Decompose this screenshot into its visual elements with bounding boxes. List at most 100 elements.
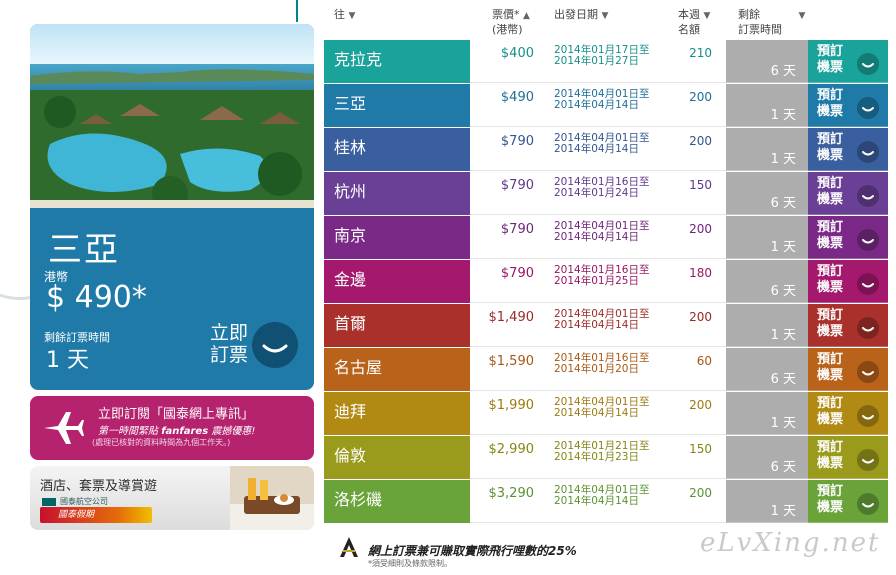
column-header-destination[interactable]: 往 ▼ bbox=[334, 8, 355, 23]
sort-down-icon: ▼ bbox=[703, 11, 711, 21]
fare-row[interactable]: 名古屋 $1,590 2014年01月16日至 2014年01月20日 60 6 天預訂機… bbox=[324, 348, 888, 391]
remaining-time: 1 天 bbox=[726, 304, 808, 347]
featured-city: 三亞 bbox=[48, 230, 120, 270]
smile-icon[interactable] bbox=[252, 322, 298, 368]
remaining-time: 1 天 bbox=[726, 392, 808, 435]
fare-row[interactable]: 杭州 $790 2014年01月16日至 2014年01月24日 150 6 天預訂 機票 bbox=[324, 172, 888, 215]
column-header-remaining[interactable]: 剩餘 ▼ 訂票時間 bbox=[738, 8, 805, 37]
fare-row[interactable]: 三亞 $490 2014年04月01日至 2014年04月14日 200 1 天預訂 機票 bbox=[324, 84, 888, 127]
sort-down-icon: ▼ bbox=[348, 11, 356, 21]
column-header-depart[interactable]: 出發日期 ▼ bbox=[554, 8, 608, 23]
smile-icon[interactable] bbox=[857, 141, 879, 163]
book-ticket-label: 預訂 機票 bbox=[817, 88, 844, 119]
book-ticket-button[interactable]: 預訂 機票 bbox=[808, 260, 888, 303]
smile-icon[interactable] bbox=[857, 229, 879, 251]
destination-cell[interactable]: 首爾 bbox=[324, 304, 470, 347]
sort-down-icon: ▼ bbox=[798, 11, 806, 21]
fare-row[interactable]: 倫敦 $2,990 2014年01月21日至 2014年01月23日 150 6 天預訂機… bbox=[324, 436, 888, 479]
book-ticket-button[interactable]: 預訂 機票 bbox=[808, 436, 888, 479]
book-ticket-button[interactable]: 預訂 機票 bbox=[808, 216, 888, 259]
book-ticket-label: 預訂 機票 bbox=[817, 220, 844, 251]
book-ticket-button[interactable]: 預訂 機票 bbox=[808, 84, 888, 127]
smile-icon[interactable] bbox=[857, 361, 879, 383]
featured-book-label-2: 訂票 bbox=[209, 344, 248, 366]
destination-cell[interactable]: 杭州 bbox=[324, 172, 470, 215]
decorative-line bbox=[296, 0, 298, 22]
travel-dates: 2014年04月01日至 2014年04月14日 bbox=[554, 132, 650, 155]
destination-cell[interactable]: 三亞 bbox=[324, 84, 470, 127]
book-ticket-button[interactable]: 預訂 機票 bbox=[808, 392, 888, 435]
column-header-seats[interactable]: 本週 ▼ 名額 bbox=[678, 8, 710, 37]
fare-row[interactable]: 洛杉磯 $3,290 2014年04月01日至 2014年04月14日 200 1 天預訂… bbox=[324, 480, 888, 523]
book-ticket-label: 預訂 機票 bbox=[817, 176, 844, 207]
fare-details: $1,490 2014年04月01日至 2014年04月14日 200 bbox=[470, 304, 726, 347]
weekly-seats: 200 bbox=[689, 90, 712, 104]
newsletter-note: (處理已核對的資料時間為九個工作天。) bbox=[92, 438, 231, 447]
footer-terms-note: *須受細則及條款限制。 bbox=[368, 559, 452, 568]
remaining-time: 1 天 bbox=[726, 128, 808, 171]
smile-icon[interactable] bbox=[857, 317, 879, 339]
book-ticket-label: 預訂 機票 bbox=[817, 44, 844, 75]
smile-icon[interactable] bbox=[857, 449, 879, 471]
travel-dates: 2014年04月01日至 2014年04月14日 bbox=[554, 88, 650, 111]
fare-row[interactable]: 克拉克 $400 2014年01月17日至 2014年01月27日 210 6 天預訂 機票 bbox=[324, 40, 888, 83]
fare-price: $790 bbox=[500, 178, 534, 193]
destination-cell[interactable]: 克拉克 bbox=[324, 40, 470, 83]
book-ticket-label: 預訂 機票 bbox=[817, 352, 844, 383]
fare-details: $2,990 2014年01月21日至 2014年01月23日 150 bbox=[470, 436, 726, 479]
fare-price: $790 bbox=[500, 266, 534, 281]
destination-cell[interactable]: 金邊 bbox=[324, 260, 470, 303]
book-ticket-button[interactable]: 預訂 機票 bbox=[808, 348, 888, 391]
weekly-seats: 200 bbox=[689, 310, 712, 324]
travel-dates: 2014年01月16日至 2014年01月20日 bbox=[554, 352, 650, 375]
featured-book-button[interactable]: 立即 訂票 bbox=[196, 322, 248, 366]
fare-row[interactable]: 桂林 $790 2014年04月01日至 2014年04月14日 200 1 天預訂 機票 bbox=[324, 128, 888, 171]
book-ticket-button[interactable]: 預訂 機票 bbox=[808, 128, 888, 171]
fare-row[interactable]: 首爾 $1,490 2014年04月01日至 2014年04月14日 200 1 天預訂機… bbox=[324, 304, 888, 347]
book-ticket-label: 預訂 機票 bbox=[817, 484, 844, 515]
fare-row[interactable]: 南京 $790 2014年04月01日至 2014年04月14日 200 1 天預訂 機票 bbox=[324, 216, 888, 259]
book-ticket-button[interactable]: 預訂 機票 bbox=[808, 40, 888, 83]
book-ticket-button[interactable]: 預訂 機票 bbox=[808, 304, 888, 347]
smile-icon[interactable] bbox=[857, 273, 879, 295]
featured-price: $ 490* bbox=[46, 280, 147, 315]
weekly-seats: 200 bbox=[689, 486, 712, 500]
travel-dates: 2014年04月01日至 2014年04月14日 bbox=[554, 308, 650, 331]
travel-dates: 2014年01月17日至 2014年01月27日 bbox=[554, 44, 650, 67]
destination-cell[interactable]: 桂林 bbox=[324, 128, 470, 171]
featured-remain-value: 1 天 bbox=[46, 348, 89, 373]
column-header-price[interactable]: 票價* ▲ (港幣) bbox=[492, 8, 530, 37]
fare-price: $3,290 bbox=[488, 486, 535, 501]
fare-price: $790 bbox=[500, 222, 534, 237]
fare-details: $1,990 2014年04月01日至 2014年04月14日 200 bbox=[470, 392, 726, 435]
destination-cell[interactable]: 迪拜 bbox=[324, 392, 470, 435]
fare-row[interactable]: 迪拜 $1,990 2014年04月01日至 2014年04月14日 200 1 天預訂機… bbox=[324, 392, 888, 435]
destination-cell[interactable]: 名古屋 bbox=[324, 348, 470, 391]
airline-name: 國泰航空公司 bbox=[42, 496, 108, 507]
book-ticket-label: 預訂 機票 bbox=[817, 396, 844, 427]
smile-icon[interactable] bbox=[857, 405, 879, 427]
fare-price: $400 bbox=[500, 46, 534, 61]
travel-dates: 2014年01月16日至 2014年01月25日 bbox=[554, 264, 650, 287]
fare-details: $1,590 2014年01月16日至 2014年01月20日 60 bbox=[470, 348, 726, 391]
smile-icon[interactable] bbox=[857, 53, 879, 75]
hotel-package-banner[interactable]: 酒店、套票及導賞遊 國泰航空公司 國泰假期 bbox=[30, 466, 314, 530]
book-ticket-button[interactable]: 預訂 機票 bbox=[808, 172, 888, 215]
remaining-time: 6 天 bbox=[726, 40, 808, 83]
destination-cell[interactable]: 洛杉磯 bbox=[324, 480, 470, 523]
newsletter-banner[interactable]: 立即訂閱「國泰網上專訊」 第一時間緊貼 fanfares 震撼優惠! (處理已核… bbox=[30, 396, 314, 460]
remaining-time: 6 天 bbox=[726, 260, 808, 303]
smile-icon[interactable] bbox=[857, 493, 879, 515]
destination-cell[interactable]: 南京 bbox=[324, 216, 470, 259]
weekly-seats: 60 bbox=[696, 354, 712, 368]
destination-cell[interactable]: 倫敦 bbox=[324, 436, 470, 479]
book-ticket-button[interactable]: 預訂 機票 bbox=[808, 480, 888, 523]
remaining-time: 1 天 bbox=[726, 84, 808, 127]
featured-deal-card[interactable]: 三亞 港幣 $ 490* 剩餘訂票時間 1 天 立即 訂票 bbox=[30, 24, 314, 390]
airplane-icon bbox=[44, 412, 84, 444]
airline-logo-icon bbox=[42, 497, 56, 506]
featured-book-label-1: 立即 bbox=[209, 322, 248, 344]
fare-row[interactable]: 金邊 $790 2014年01月16日至 2014年01月25日 180 6 天預訂 機票 bbox=[324, 260, 888, 303]
smile-icon[interactable] bbox=[857, 185, 879, 207]
smile-icon[interactable] bbox=[857, 97, 879, 119]
